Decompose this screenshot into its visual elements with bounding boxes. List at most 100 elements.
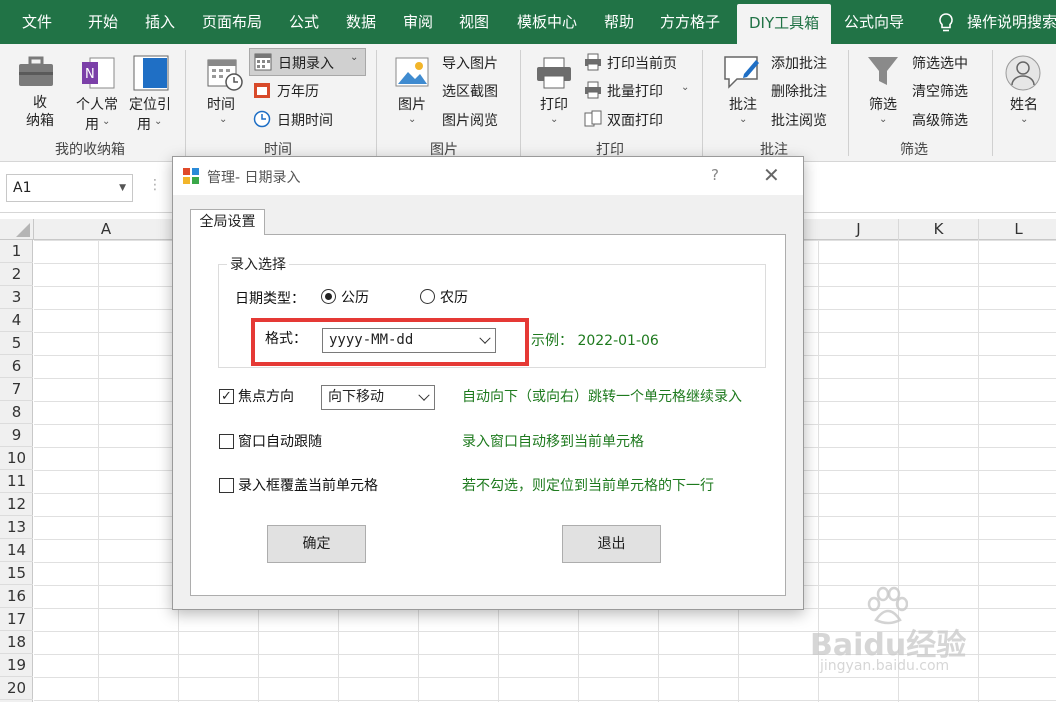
tab-view[interactable]: 视图 — [459, 0, 489, 44]
row-header[interactable]: 3 — [0, 286, 33, 309]
tab-formula-wizard[interactable]: 公式向导 — [844, 0, 904, 44]
radio-lunar[interactable] — [420, 289, 435, 304]
filter-button[interactable]: 筛选 — [869, 94, 897, 114]
focus-direction-checkbox[interactable]: ✓ — [219, 389, 234, 404]
duplex-print-button[interactable]: 双面打印 — [607, 110, 663, 130]
clock-icon — [253, 110, 271, 128]
help-button[interactable]: ? — [711, 166, 719, 184]
tab-help[interactable]: 帮助 — [604, 0, 634, 44]
batch-print-icon — [585, 81, 601, 99]
lunar-label[interactable]: 农历 — [440, 287, 468, 307]
column-header-l[interactable]: L — [979, 219, 1056, 240]
row-header[interactable]: 20 — [0, 677, 33, 700]
tab-global-settings[interactable]: 全局设置 — [190, 209, 265, 235]
add-comment-button[interactable]: 添加批注 — [771, 53, 827, 73]
tell-me-search[interactable]: 操作说明搜索 — [967, 0, 1056, 44]
row-header[interactable]: 4 — [0, 309, 33, 332]
auto-follow-hint: 录入窗口自动移到当前单元格 — [462, 434, 644, 450]
gregorian-label[interactable]: 公历 — [341, 287, 369, 307]
name-button[interactable]: 姓名 — [1010, 94, 1038, 114]
name-box[interactable]: A1 ▼ — [6, 174, 133, 202]
close-button[interactable]: ✕ — [763, 163, 780, 187]
tab-review[interactable]: 审阅 — [403, 0, 433, 44]
focus-direction-select[interactable]: 向下移动 — [321, 385, 435, 410]
picture-button[interactable]: 图片 — [398, 94, 426, 114]
column-header-k[interactable]: K — [899, 219, 979, 240]
comment-button[interactable]: 批注 — [729, 94, 757, 114]
column-header-a[interactable]: A — [34, 219, 179, 240]
time-button[interactable]: 时间 — [207, 94, 235, 114]
exit-button[interactable]: 退出 — [562, 525, 661, 563]
delete-comment-button[interactable]: 删除批注 — [771, 81, 827, 101]
row-header[interactable]: 15 — [0, 562, 33, 585]
row-header[interactable]: 9 — [0, 424, 33, 447]
picture-icon — [395, 57, 429, 87]
column-header-j[interactable]: J — [819, 219, 899, 240]
highlight-box — [251, 318, 529, 366]
row-header[interactable]: 17 — [0, 608, 33, 631]
grid-calendar-icon — [254, 53, 272, 71]
ribbon-tab-bar: 文件 开始 插入 页面布局 公式 数据 审阅 视图 模板中心 帮助 方方格子 D… — [0, 0, 1056, 44]
personal-common-button[interactable]: 个人常 — [76, 94, 118, 114]
tab-insert[interactable]: 插入 — [145, 0, 175, 44]
perpetual-calendar-icon — [254, 83, 270, 98]
tab-data[interactable]: 数据 — [346, 0, 376, 44]
advanced-filter-button[interactable]: 高级筛选 — [912, 110, 968, 130]
tab-template-center[interactable]: 模板中心 — [517, 0, 577, 44]
funnel-icon — [868, 57, 898, 85]
clear-filter-button[interactable]: 清空筛选 — [912, 81, 968, 101]
row-header[interactable]: 6 — [0, 355, 33, 378]
print-current-page-button[interactable]: 打印当前页 — [607, 53, 677, 73]
calendar-clock-icon — [207, 59, 243, 91]
tab-formulas[interactable]: 公式 — [289, 0, 319, 44]
ok-button[interactable]: 确定 — [267, 525, 366, 563]
group-title: 录入选择 — [227, 254, 289, 274]
row-header[interactable]: 10 — [0, 447, 33, 470]
cover-cell-hint: 若不勾选，则定位到当前单元格的下一行 — [462, 478, 714, 494]
print-page-icon — [585, 53, 601, 71]
dialog-title: 管理- 日期录入 — [207, 170, 301, 186]
storage-box-button[interactable]: 收纳箱 — [26, 94, 54, 130]
tab-home[interactable]: 开始 — [88, 0, 118, 44]
group-label-filter: 筛选 — [900, 142, 928, 158]
row-header[interactable]: 12 — [0, 493, 33, 516]
row-header[interactable]: 13 — [0, 516, 33, 539]
row-header[interactable]: 1 — [0, 240, 33, 263]
row-header[interactable]: 14 — [0, 539, 33, 562]
cover-cell-checkbox[interactable] — [219, 478, 234, 493]
batch-print-button[interactable]: 批量打印 — [607, 81, 663, 101]
date-time-button[interactable]: 日期时间 — [277, 110, 333, 130]
tab-diy-toolbox[interactable]: DIY工具箱 — [737, 4, 832, 44]
row-header[interactable]: 2 — [0, 263, 33, 286]
toolbox-icon — [19, 56, 53, 86]
row-header[interactable]: 11 — [0, 470, 33, 493]
duplex-print-icon — [584, 110, 602, 127]
row-header[interactable]: 8 — [0, 401, 33, 424]
row-header[interactable]: 5 — [0, 332, 33, 355]
tab-fangfang[interactable]: 方方格子 — [660, 0, 720, 44]
svg-text:N: N — [85, 67, 95, 82]
row-header[interactable]: 7 — [0, 378, 33, 401]
picture-browse-button[interactable]: 图片阅览 — [442, 110, 498, 130]
tab-file[interactable]: 文件 — [22, 0, 52, 44]
tab-panel: 录入选择 日期类型： 公历 农历 格式： yyyy-MM-dd 示例： 2022… — [190, 234, 786, 596]
date-entry-dialog: 管理- 日期录入 ? ✕ 全局设置 录入选择 日期类型： 公历 农历 格式： y… — [172, 156, 804, 610]
format-example: 示例： 2022-01-06 — [531, 333, 659, 349]
locate-reference-button[interactable]: 定位引 — [129, 94, 171, 114]
import-picture-button[interactable]: 导入图片 — [442, 53, 498, 73]
perpetual-calendar-button[interactable]: 万年历 — [277, 81, 319, 101]
auto-follow-label: 窗口自动跟随 — [238, 434, 322, 450]
row-header[interactable]: 19 — [0, 654, 33, 677]
auto-follow-checkbox[interactable] — [219, 434, 234, 449]
filter-selected-button[interactable]: 筛选选中 — [912, 53, 968, 73]
browse-comment-button[interactable]: 批注阅览 — [771, 110, 827, 130]
tab-page-layout[interactable]: 页面布局 — [202, 0, 262, 44]
select-all-corner[interactable] — [0, 219, 34, 240]
dialog-titlebar[interactable]: 管理- 日期录入 ? ✕ — [173, 157, 803, 195]
row-header[interactable]: 18 — [0, 631, 33, 654]
date-entry-button[interactable]: 日期录入 ⌄ — [249, 48, 366, 76]
row-header[interactable]: 16 — [0, 585, 33, 608]
print-button[interactable]: 打印 — [540, 94, 568, 114]
selection-screenshot-button[interactable]: 选区截图 — [442, 81, 498, 101]
radio-gregorian[interactable] — [321, 289, 336, 304]
